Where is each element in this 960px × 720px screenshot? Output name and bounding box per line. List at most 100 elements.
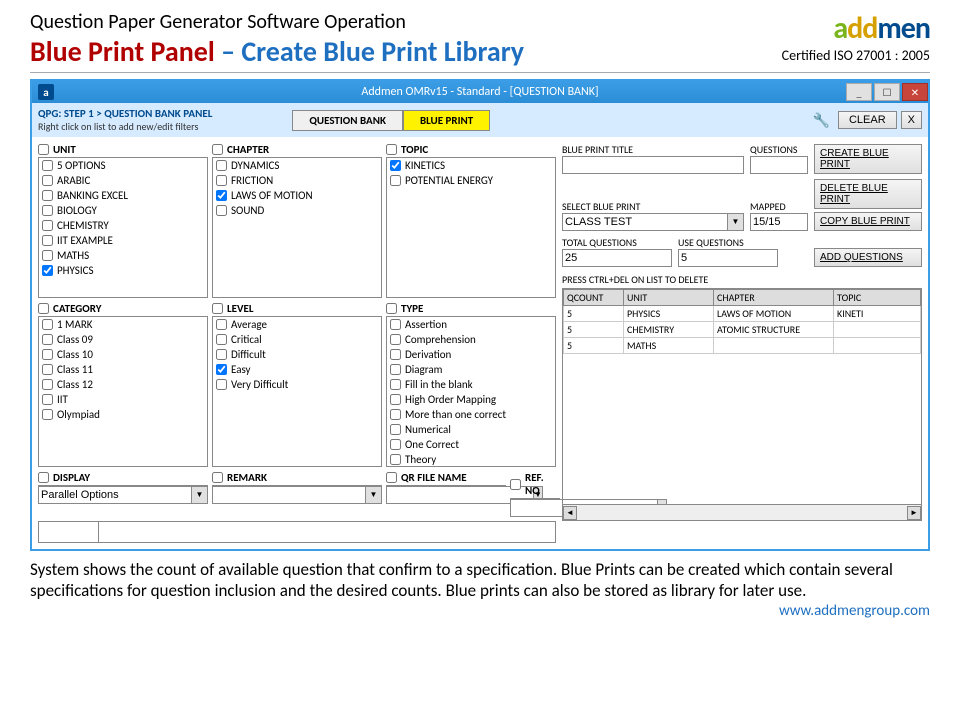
- list-item[interactable]: 5 OPTIONS: [39, 158, 207, 173]
- item-checkbox[interactable]: [216, 319, 227, 330]
- bp-title-input[interactable]: [562, 156, 744, 174]
- panel-checkbox-remark[interactable]: [212, 472, 223, 483]
- item-checkbox[interactable]: [42, 319, 53, 330]
- list-item[interactable]: KINETICS: [387, 158, 555, 173]
- list-item[interactable]: Critical: [213, 332, 381, 347]
- listbox-level[interactable]: AverageCriticalDifficultEasyVery Difficu…: [212, 317, 382, 467]
- toolbar-close-button[interactable]: X: [901, 111, 922, 129]
- item-checkbox[interactable]: [216, 160, 227, 171]
- item-checkbox[interactable]: [390, 175, 401, 186]
- item-checkbox[interactable]: [42, 220, 53, 231]
- tab-blue-print[interactable]: BLUE PRINT: [403, 110, 490, 131]
- item-checkbox[interactable]: [42, 190, 53, 201]
- item-checkbox[interactable]: [390, 454, 401, 465]
- scroll-right-icon[interactable]: ►: [907, 506, 921, 520]
- item-checkbox[interactable]: [216, 349, 227, 360]
- list-item[interactable]: Very Difficult: [213, 377, 381, 392]
- item-checkbox[interactable]: [42, 160, 53, 171]
- item-checkbox[interactable]: [390, 379, 401, 390]
- listbox-chapter[interactable]: DYNAMICSFRICTIONLAWS OF MOTIONSOUND: [212, 158, 382, 298]
- listbox-unit[interactable]: 5 OPTIONSARABICBANKING EXCELBIOLOGYCHEMI…: [38, 158, 208, 298]
- item-checkbox[interactable]: [42, 364, 53, 375]
- list-item[interactable]: Diagram: [387, 362, 555, 377]
- panel-checkbox-refno[interactable]: [510, 479, 521, 490]
- list-item[interactable]: Average: [213, 317, 381, 332]
- list-item[interactable]: Class 12: [39, 377, 207, 392]
- item-checkbox[interactable]: [390, 319, 401, 330]
- list-item[interactable]: BIOLOGY: [39, 203, 207, 218]
- list-item[interactable]: Derivation: [387, 347, 555, 362]
- list-item[interactable]: FRICTION: [213, 173, 381, 188]
- item-checkbox[interactable]: [390, 439, 401, 450]
- list-item[interactable]: PHYSICS: [39, 263, 207, 278]
- display-input[interactable]: [38, 486, 192, 504]
- list-item[interactable]: ARABIC: [39, 173, 207, 188]
- list-item[interactable]: More than one correct: [387, 407, 555, 422]
- chevron-down-icon[interactable]: ▼: [192, 486, 208, 504]
- item-checkbox[interactable]: [390, 349, 401, 360]
- horizontal-scrollbar[interactable]: ◄ ►: [563, 504, 921, 520]
- panel-checkbox-type[interactable]: [386, 303, 397, 314]
- list-item[interactable]: Numerical: [387, 422, 555, 437]
- close-button[interactable]: ✕: [902, 83, 928, 101]
- list-item[interactable]: POTENTIAL ENERGY: [387, 173, 555, 188]
- list-item[interactable]: Class 09: [39, 332, 207, 347]
- item-checkbox[interactable]: [390, 364, 401, 375]
- panel-checkbox-topic[interactable]: [386, 144, 397, 155]
- maximize-button[interactable]: ☐: [874, 83, 900, 101]
- blueprint-table[interactable]: QCOUNT UNIT CHAPTER TOPIC 5PHYSICSLAWS O…: [562, 288, 922, 521]
- list-item[interactable]: SOUND: [213, 203, 381, 218]
- list-item[interactable]: Assertion: [387, 317, 555, 332]
- item-checkbox[interactable]: [42, 265, 53, 276]
- list-item[interactable]: Fill in the blank: [387, 377, 555, 392]
- minimize-button[interactable]: _: [846, 83, 872, 101]
- list-item[interactable]: Class 11: [39, 362, 207, 377]
- table-row[interactable]: 5MATHS: [564, 338, 921, 354]
- item-checkbox[interactable]: [216, 175, 227, 186]
- list-item[interactable]: Theory: [387, 452, 555, 467]
- item-checkbox[interactable]: [216, 190, 227, 201]
- list-item[interactable]: Difficult: [213, 347, 381, 362]
- add-questions-button[interactable]: ADD QUESTIONS: [814, 248, 922, 267]
- list-item[interactable]: BANKING EXCEL: [39, 188, 207, 203]
- item-checkbox[interactable]: [42, 205, 53, 216]
- list-item[interactable]: DYNAMICS: [213, 158, 381, 173]
- list-item[interactable]: IIT EXAMPLE: [39, 233, 207, 248]
- listbox-topic[interactable]: KINETICSPOTENTIAL ENERGY: [386, 158, 556, 298]
- list-item[interactable]: MATHS: [39, 248, 207, 263]
- list-item[interactable]: 1 MARK: [39, 317, 207, 332]
- item-checkbox[interactable]: [42, 379, 53, 390]
- panel-checkbox-category[interactable]: [38, 303, 49, 314]
- col-unit[interactable]: UNIT: [624, 290, 714, 306]
- item-checkbox[interactable]: [390, 334, 401, 345]
- table-row[interactable]: 5PHYSICSLAWS OF MOTIONKINETI: [564, 306, 921, 322]
- panel-checkbox-qrfile[interactable]: [386, 472, 397, 483]
- panel-checkbox-display[interactable]: [38, 472, 49, 483]
- item-checkbox[interactable]: [42, 334, 53, 345]
- list-item[interactable]: LAWS OF MOTION: [213, 188, 381, 203]
- list-item[interactable]: Easy: [213, 362, 381, 377]
- item-checkbox[interactable]: [42, 250, 53, 261]
- table-row[interactable]: 5CHEMISTRYATOMIC STRUCTURE: [564, 322, 921, 338]
- item-checkbox[interactable]: [216, 205, 227, 216]
- create-blueprint-button[interactable]: CREATE BLUE PRINT: [814, 144, 922, 174]
- list-item[interactable]: Comprehension: [387, 332, 555, 347]
- listbox-category[interactable]: 1 MARKClass 09Class 10Class 11Class 12II…: [38, 317, 208, 467]
- copy-blueprint-button[interactable]: COPY BLUE PRINT: [814, 212, 922, 231]
- col-qcount[interactable]: QCOUNT: [564, 290, 624, 306]
- clear-button[interactable]: CLEAR: [838, 111, 897, 129]
- list-item[interactable]: CHEMISTRY: [39, 218, 207, 233]
- item-checkbox[interactable]: [42, 235, 53, 246]
- chevron-down-icon[interactable]: ▼: [728, 213, 744, 231]
- panel-checkbox-unit[interactable]: [38, 144, 49, 155]
- item-checkbox[interactable]: [390, 409, 401, 420]
- listbox-type[interactable]: AssertionComprehensionDerivationDiagramF…: [386, 317, 556, 467]
- item-checkbox[interactable]: [42, 394, 53, 405]
- remark-input[interactable]: [212, 486, 366, 504]
- list-item[interactable]: One Correct: [387, 437, 555, 452]
- wrench-icon[interactable]: 🔧: [813, 112, 830, 129]
- item-checkbox[interactable]: [390, 160, 401, 171]
- col-topic[interactable]: TOPIC: [834, 290, 921, 306]
- list-item[interactable]: IIT: [39, 392, 207, 407]
- item-checkbox[interactable]: [42, 409, 53, 420]
